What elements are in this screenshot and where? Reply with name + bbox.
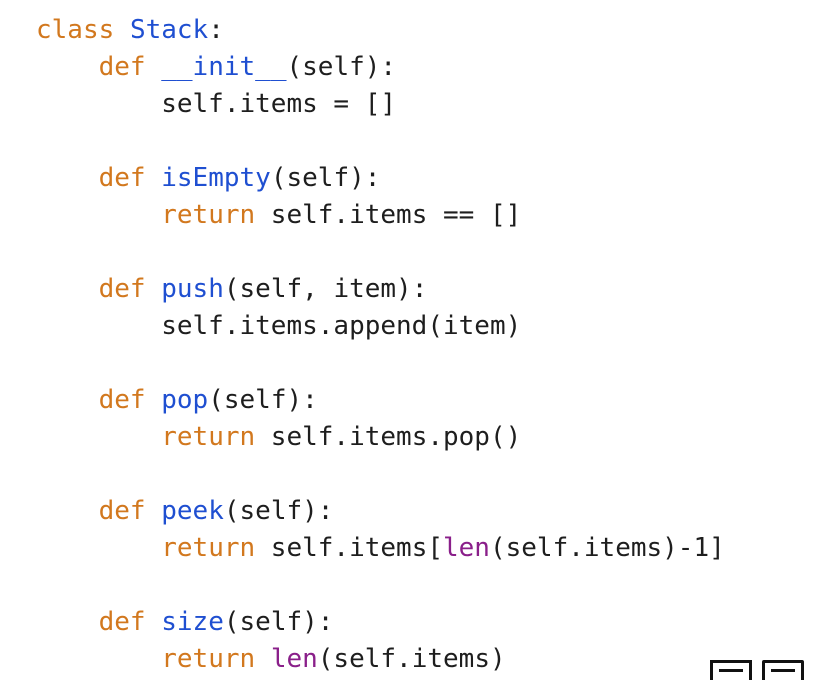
corner-overlay-glyphs [706, 656, 819, 680]
code-line: return self.items[len(self.items)-1] [36, 530, 725, 567]
keyword-token: def [98, 496, 146, 526]
keyword-token: def [98, 163, 146, 193]
code-text: self.items = [] [36, 89, 397, 119]
code-line: ​ [36, 345, 725, 382]
keyword-token: return [161, 644, 256, 674]
code-line: def size(self): [36, 604, 725, 641]
code-text: self.items.pop() [255, 422, 522, 452]
code-line: def peek(self): [36, 493, 725, 530]
code-text: (self): [270, 163, 381, 193]
code-line: def __init__(self): [36, 49, 725, 86]
keyword-token: return [161, 422, 256, 452]
code-line: ​ [36, 567, 725, 604]
code-text: (self): [223, 496, 334, 526]
code-line: def pop(self): [36, 382, 725, 419]
code-line: def push(self, item): [36, 271, 725, 308]
code-text: self.items.append(item) [36, 311, 522, 341]
code-slide: class Stack: def __init__(self): self.it… [0, 0, 819, 680]
keyword-token: def [98, 385, 146, 415]
code-text: self.items[ [255, 533, 443, 563]
code-line: self.items = [] [36, 86, 725, 123]
keyword-token: def [98, 52, 146, 82]
cropped-glyph-icon [710, 660, 752, 680]
code-line: return self.items == [] [36, 197, 725, 234]
function-name-token: pop [161, 385, 209, 415]
code-line: return self.items.pop() [36, 419, 725, 456]
code-line: ​ [36, 456, 725, 493]
code-line: ​ [36, 234, 725, 271]
builtin-token: len [270, 644, 318, 674]
keyword-token: def [98, 274, 146, 304]
code-text: (self, item): [223, 274, 428, 304]
code-text: (self.items) [317, 644, 506, 674]
code-block: class Stack: def __init__(self): self.it… [36, 12, 725, 678]
code-text: (self.items)-1] [489, 533, 725, 563]
code-text: (self): [223, 607, 334, 637]
code-line: def isEmpty(self): [36, 160, 725, 197]
keyword-token: class [36, 15, 115, 45]
function-name-token: size [161, 607, 224, 637]
code-line: ​ [36, 123, 725, 160]
function-name-token: peek [161, 496, 224, 526]
function-name-token: Stack [129, 15, 209, 45]
cropped-glyph-icon [762, 660, 804, 680]
function-name-token: isEmpty [161, 163, 271, 193]
code-text: : [208, 15, 224, 45]
code-line: self.items.append(item) [36, 308, 725, 345]
function-name-token: __init__ [161, 52, 287, 82]
keyword-token: def [98, 607, 146, 637]
code-line: return len(self.items) [36, 641, 725, 678]
code-line: class Stack: [36, 12, 725, 49]
keyword-token: return [161, 533, 256, 563]
code-text: (self): [286, 52, 397, 82]
code-text: self.items == [] [255, 200, 522, 230]
function-name-token: push [161, 274, 224, 304]
keyword-token: return [161, 200, 256, 230]
builtin-token: len [443, 533, 490, 563]
code-text: (self): [208, 385, 318, 415]
